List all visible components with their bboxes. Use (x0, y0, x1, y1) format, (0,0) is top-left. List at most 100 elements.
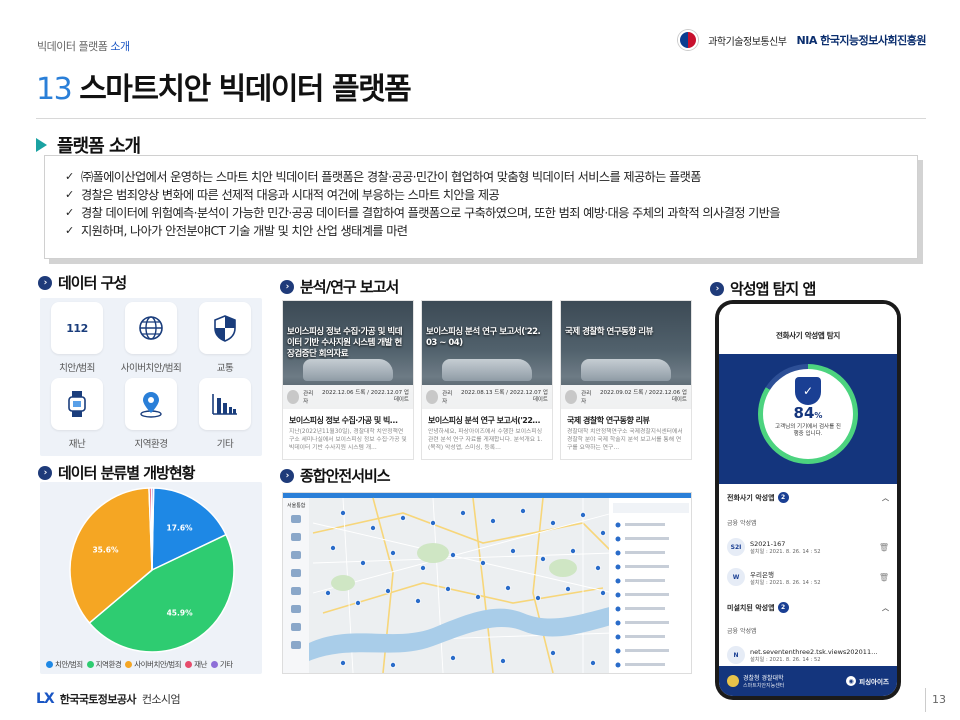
section-count-badge: 2 (777, 492, 789, 503)
safety-service-heading-text: 종합안전서비스 (300, 467, 391, 485)
page-title-number: 13 (36, 72, 73, 107)
data-item-label: 재난 (68, 439, 86, 450)
report-author: 관리자 (303, 391, 314, 405)
safety-map[interactable]: 서울통합 (282, 492, 692, 674)
chevron-right-icon: › (710, 281, 724, 296)
app-install-date: 설치일 : 2021. 8. 26. 14 : 52 (750, 579, 821, 586)
pie-chart: 17.6% 45.9% 35.6% (69, 487, 235, 653)
legend-swatch (185, 661, 193, 668)
triangle-bullet-icon (36, 138, 47, 152)
legend-swatch (210, 661, 218, 668)
app-logo-icon: S2I (727, 538, 745, 556)
section-uninstalled-apps[interactable]: 미설치된 악성앱 2 ︿ (719, 602, 897, 613)
map-sidebar-title: 서울통합 (287, 502, 306, 509)
reports-heading-text: 분석/연구 보고서 (300, 278, 399, 296)
app-logo-icon: W (727, 568, 745, 586)
header-logos: 과학기술정보통신부 NIA 한국지능정보사회진흥원 (678, 30, 926, 50)
data-item-etc: 기타 (188, 378, 262, 450)
malicious-app-item[interactable]: Nnet.sevententhree2.tsk.views20201124_t…… (727, 642, 889, 668)
report-meta-bar: 관리자 2022.08.13 드록 / 2022.12.07 업데이트 (422, 385, 552, 409)
112-call-glyph: 112 (66, 321, 88, 335)
data-item-traffic: 교통 (188, 302, 262, 374)
legend-label: 지역환경 (95, 660, 122, 669)
scan-message: 고객님의 기기에서 검사를 진행중 입니다. (775, 424, 841, 437)
report-desc: 지난(2022년11월30일), 경찰대학 치안정책연구소 세미나실에서 보이스… (289, 429, 407, 451)
data-item-crime: 112 치안/범죄 (40, 302, 114, 374)
footer-brand: 피싱아이즈 (859, 678, 889, 686)
police-emblem-icon (727, 675, 739, 687)
nia-logo: NIA 한국지능정보사회진흥원 (797, 32, 927, 48)
nia-name: 한국지능정보사회진흥원 (820, 34, 926, 47)
footer-org-name: 한국국토정보공사 (59, 693, 137, 706)
chevron-right-icon: › (38, 275, 52, 290)
footer-org-sub: 스마트치안지능센터 (743, 683, 785, 689)
police-car-image (581, 359, 671, 381)
data-item-label: 교통 (216, 363, 234, 374)
trash-icon[interactable]: 🗑 (879, 543, 889, 552)
report-card[interactable]: 보이스피싱 분석 연구 보고서('22. 03 ~ 04) 관리자 2022.08… (421, 300, 553, 460)
legend-label: 재난 (194, 660, 207, 669)
scan-percent: 84% (763, 405, 853, 424)
footer-org: 경찰청 경찰대학 (743, 675, 784, 682)
malicious-app-item[interactable]: S2I S2021-167 설치일 : 2021. 8. 26. 14 : 52 🗑 (727, 534, 889, 560)
report-title: 국제 경찰학 연구동향 리뷰 (567, 416, 650, 425)
section-label: 미설치된 악성앱 (727, 603, 775, 612)
bar-chart-icon (199, 378, 251, 430)
data-item-label: 사이버치안/범죄 (120, 363, 182, 374)
breadcrumb-category: 빅데이터 플랫폼 (37, 40, 108, 53)
phone-screen: 전화사기 악성앱 탐지 ✓ 84% 고객님의 기기에서 검사를 진행중 입니다.… (719, 304, 897, 696)
open-status-heading: › 데이터 분류별 개방현황 (38, 462, 195, 483)
app-logo-icon: N (727, 646, 745, 664)
open-status-chart-panel: 17.6% 45.9% 35.6% 치안/범죄 지역환경 사이버치안/범죄 재난 기타 (40, 482, 262, 674)
malicious-app-item[interactable]: W 우리은행 설치일 : 2021. 8. 26. 14 : 52 🗑 (727, 564, 889, 590)
data-item-region: 지역환경 (114, 378, 188, 450)
trash-icon[interactable]: 🗑 (879, 573, 889, 582)
report-dates: 2022.09.02 드록 / 2022.12.06 업데이트 (599, 390, 687, 403)
section-label: 전화사기 악성앱 (727, 493, 775, 502)
chevron-right-icon: › (38, 465, 52, 480)
report-thumbnail: 국제 경찰학 연구동향 리뷰 관리자 2022.09.02 드록 / 2022.1… (561, 301, 691, 409)
chevron-right-icon: › (280, 279, 294, 294)
scan-progress-ring: ✓ 84% 고객님의 기기에서 검사를 진행중 입니다. (758, 364, 858, 464)
police-logo: 경찰청 경찰대학 스마트치안지능센터 (727, 673, 784, 689)
safety-service-heading: › 종합안전서비스 (280, 465, 391, 486)
map-canvas[interactable]: 서울통합 (283, 493, 692, 674)
data-composition-heading: › 데이터 구성 (38, 272, 127, 293)
section-phone-scam-apps[interactable]: 전화사기 악성앱 2 ︿ (719, 492, 897, 503)
breadcrumb: 빅데이터 플랫폼 소개 (37, 38, 130, 54)
location-pin-icon (125, 378, 177, 430)
app-heading-text: 악성앱 탐지 앱 (730, 280, 816, 298)
report-author: 관리자 (442, 391, 453, 405)
section-sub: 금융 악성앱 (727, 628, 757, 635)
chevron-up-icon: ︿ (882, 493, 889, 502)
police-car-image (303, 359, 393, 381)
section-sub: 금융 악성앱 (727, 520, 757, 527)
report-meta-bar: 관리자 2022.09.02 드록 / 2022.12.06 업데이트 (561, 385, 691, 409)
legend-label: 기타 (219, 660, 233, 669)
intro-bullet-continued: 지원하며, 나아가 안전분야ICT 기술 개발 및 치안 산업 생태계를 마련 (65, 222, 903, 240)
section-count-badge: 2 (777, 602, 789, 613)
data-item-disaster: 재난 (40, 378, 114, 450)
report-title: 보이스피싱 분석 연구 보고서('22… (428, 416, 540, 425)
eye-icon: ◉ (846, 676, 857, 686)
report-thumbnail: 보이스피싱 정보 수집·가공 및 빅데이터 기반 수사지원 시스템 개발 현장검… (283, 301, 413, 409)
scan-progress-inner: ✓ 84% 고객님의 기기에서 검사를 진행중 입니다. (763, 369, 853, 459)
app-name: 우리은행 (750, 570, 774, 579)
legend-swatch (125, 661, 133, 668)
avatar (565, 390, 578, 404)
112-call-icon: 112 (51, 302, 103, 354)
scan-percent-unit: % (814, 411, 823, 420)
avatar (287, 390, 300, 404)
chevron-up-icon: ︿ (882, 603, 889, 612)
report-thumbnail: 보이스피싱 분석 연구 보고서('22. 03 ~ 04) 관리자 2022.08… (422, 301, 552, 409)
page-number: 13 (932, 693, 946, 706)
app-name: net.sevententhree2.tsk.views20201124_t… (750, 647, 880, 656)
intro-bullet: 경찰 데이터에 위험예측·분석이 가능한 민간·공공 데이터를 결합하여 플랫폼… (65, 204, 903, 222)
report-card[interactable]: 보이스피싱 정보 수집·가공 및 빅데이터 기반 수사지원 시스템 개발 현장검… (282, 300, 414, 460)
police-car-image (442, 359, 532, 381)
avatar (426, 390, 439, 404)
report-meta-bar: 관리자 2022.12.06 드록 / 2022.12.07 업데이트 (283, 385, 413, 409)
report-card[interactable]: 국제 경찰학 연구동향 리뷰 관리자 2022.09.02 드록 / 2022.1… (560, 300, 692, 460)
report-desc: 안녕하세요, 파상아이즈에서 수행한 보이스피싱 관련 분석 연구 자료를 게재… (428, 429, 543, 451)
report-thumb-title: 보이스피싱 정보 수집·가공 및 빅데이터 기반 수사지원 시스템 개발 현장검… (287, 327, 403, 359)
